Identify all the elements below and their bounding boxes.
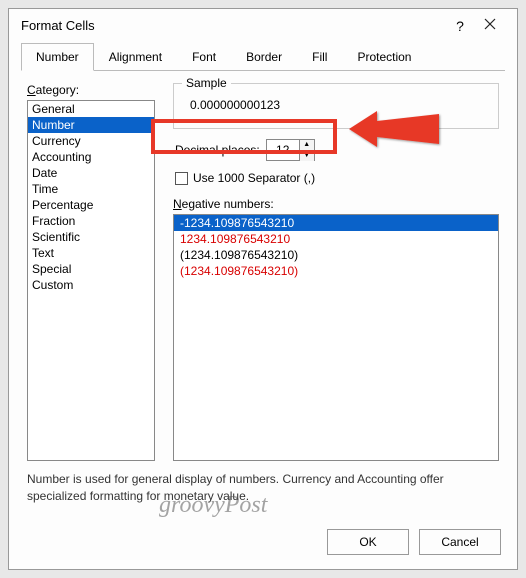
decimal-places-row: Decimal places: ▲ ▼ [173,139,499,161]
category-item[interactable]: Time [28,181,154,197]
tab-protection[interactable]: Protection [342,43,426,71]
close-button[interactable] [475,17,505,34]
separator-checkbox[interactable] [175,172,188,185]
category-item[interactable]: Date [28,165,154,181]
content-area: Category: GeneralNumberCurrencyAccountin… [9,71,517,465]
negative-item[interactable]: 1234.109876543210 [174,231,498,247]
tab-fill[interactable]: Fill [297,43,342,71]
category-panel: Category: GeneralNumberCurrencyAccountin… [27,83,155,461]
tab-alignment[interactable]: Alignment [94,43,177,71]
negative-list[interactable]: -1234.1098765432101234.109876543210(1234… [173,214,499,461]
sample-value: 0.000000000123 [184,94,488,116]
negative-label: Negative numbers: [173,197,499,211]
titlebar: Format Cells ? [9,9,517,42]
category-item[interactable]: Accounting [28,149,154,165]
spin-up-button[interactable]: ▲ [300,140,314,151]
description-text: Number is used for general display of nu… [9,465,517,519]
category-item[interactable]: General [28,101,154,117]
decimal-places-label: Decimal places: [175,143,260,157]
options-panel: Sample 0.000000000123 Decimal places: ▲ … [173,83,499,461]
help-button[interactable]: ? [445,18,475,34]
category-item[interactable]: Number [28,117,154,133]
category-label: Category: [27,83,155,97]
spin-down-button[interactable]: ▼ [300,151,314,161]
dialog-title: Format Cells [21,18,445,33]
category-item[interactable]: Scientific [28,229,154,245]
format-cells-dialog: Format Cells ? NumberAlignmentFontBorder… [8,8,518,570]
close-icon [484,18,496,30]
category-item[interactable]: Custom [28,277,154,293]
separator-row: Use 1000 Separator (,) [173,171,499,185]
ok-button[interactable]: OK [327,529,409,555]
tab-font[interactable]: Font [177,43,231,71]
tab-border[interactable]: Border [231,43,297,71]
negative-item[interactable]: -1234.109876543210 [174,215,498,231]
category-item[interactable]: Percentage [28,197,154,213]
tabs: NumberAlignmentFontBorderFillProtection [9,42,517,70]
separator-label: Use 1000 Separator (,) [193,171,315,185]
negative-item[interactable]: (1234.109876543210) [174,247,498,263]
cancel-button[interactable]: Cancel [419,529,501,555]
category-list[interactable]: GeneralNumberCurrencyAccountingDateTimeP… [27,100,155,461]
category-item[interactable]: Special [28,261,154,277]
category-item[interactable]: Currency [28,133,154,149]
category-item[interactable]: Text [28,245,154,261]
tab-number[interactable]: Number [21,43,94,71]
sample-label: Sample [182,76,231,90]
decimal-input[interactable] [267,140,299,160]
sample-box: Sample 0.000000000123 [173,83,499,129]
category-item[interactable]: Fraction [28,213,154,229]
button-row: OK Cancel [9,519,517,569]
negative-item[interactable]: (1234.109876543210) [174,263,498,279]
decimal-spinner[interactable]: ▲ ▼ [266,139,315,161]
